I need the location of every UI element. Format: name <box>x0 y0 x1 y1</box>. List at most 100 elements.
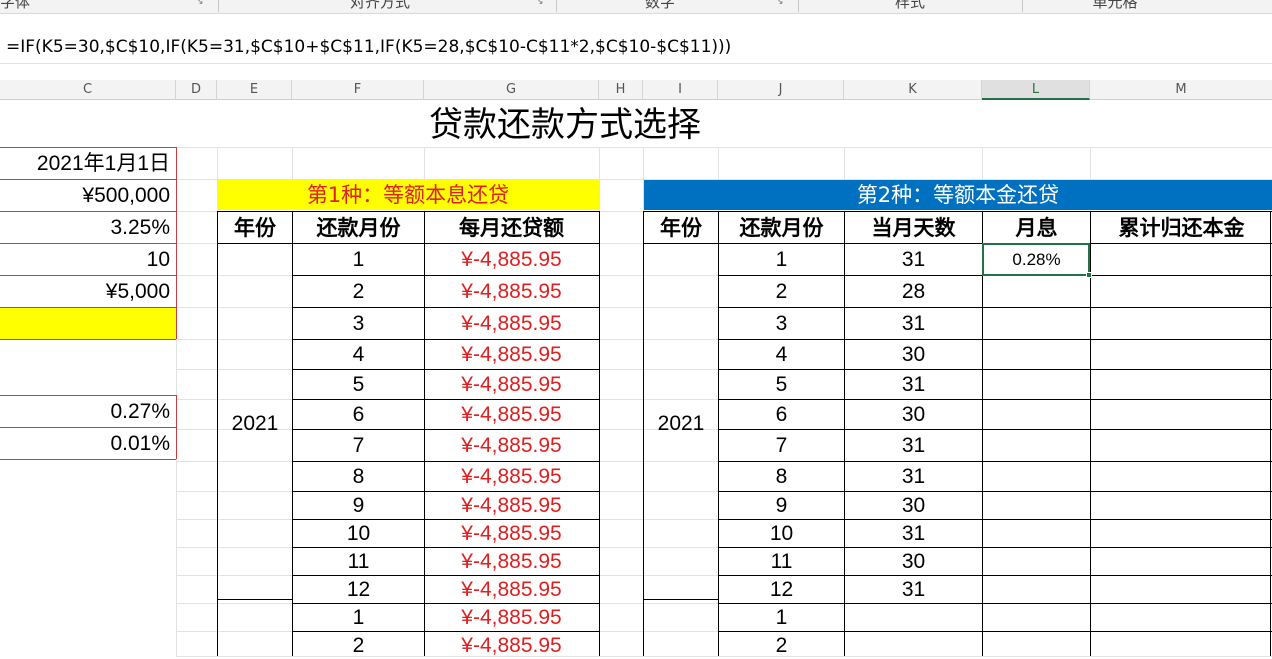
param-border <box>0 459 176 460</box>
table1-month-cell[interactable]: 9 <box>293 492 424 519</box>
param-highlight-cell <box>0 308 176 339</box>
param-border <box>0 339 176 340</box>
table1-month-cell[interactable]: 5 <box>293 370 424 399</box>
table2-title: 第2种：等额本金还贷 <box>856 183 1060 207</box>
table1-year-2021[interactable]: 2021 <box>218 408 292 440</box>
table2-days-cell[interactable]: 31 <box>845 576 982 603</box>
param-loan-amount[interactable]: ¥500,000 <box>0 181 170 211</box>
table2-days-cell[interactable]: 30 <box>845 400 982 429</box>
table2-days-cell[interactable] <box>845 632 982 659</box>
table1-payment-cell[interactable]: ¥-4,885.95 <box>425 276 598 307</box>
param-border <box>0 211 176 212</box>
table2-interest-cell[interactable] <box>983 340 1090 369</box>
table1-payment-cell[interactable]: ¥-4,885.95 <box>425 548 598 575</box>
table1-month-cell[interactable]: 6 <box>293 400 424 429</box>
table2-days-cell[interactable]: 28 <box>845 276 982 307</box>
table2-interest-cell[interactable] <box>983 308 1090 339</box>
table2-year-2021[interactable]: 2021 <box>644 408 718 440</box>
table2-interest-cell[interactable] <box>983 632 1090 659</box>
param-monthly-rate[interactable]: 0.27% <box>0 397 170 427</box>
table2-interest-cell[interactable] <box>983 520 1090 547</box>
table1-payment-cell[interactable]: ¥-4,885.95 <box>425 244 598 275</box>
table2-days-cell[interactable]: 31 <box>845 308 982 339</box>
table2-month-cell[interactable]: 6 <box>719 400 844 429</box>
table1-month-cell[interactable]: 1 <box>293 244 424 275</box>
table2-border <box>643 211 1272 212</box>
param-start-date[interactable]: 2021年1月1日 <box>0 149 170 179</box>
table2-interest-cell[interactable] <box>983 462 1090 491</box>
param-border <box>0 243 176 244</box>
table2-days-cell[interactable]: 30 <box>845 492 982 519</box>
table2-days-cell[interactable]: 31 <box>845 462 982 491</box>
table2-days-cell[interactable]: 30 <box>845 548 982 575</box>
table2-month-cell[interactable]: 7 <box>719 430 844 461</box>
table1-payment-cell[interactable]: ¥-4,885.95 <box>425 462 598 491</box>
table1-month-cell[interactable]: 2 <box>293 276 424 307</box>
table1-payment-cell[interactable]: ¥-4,885.95 <box>425 632 598 659</box>
table2-month-cell[interactable]: 3 <box>719 308 844 339</box>
param-daily-rate[interactable]: 0.01% <box>0 429 170 459</box>
table2-month-cell[interactable]: 8 <box>719 462 844 491</box>
table2-interest-cell[interactable] <box>983 370 1090 399</box>
table2-interest-cell[interactable] <box>983 400 1090 429</box>
table2-month-cell[interactable]: 9 <box>719 492 844 519</box>
fill-handle[interactable] <box>1086 272 1092 278</box>
param-border <box>0 275 176 276</box>
table1-payment-cell[interactable]: ¥-4,885.95 <box>425 430 598 461</box>
table2-month-cell[interactable]: 5 <box>719 370 844 399</box>
table1-payment-cell[interactable]: ¥-4,885.95 <box>425 400 598 429</box>
table2-days-cell[interactable]: 31 <box>845 370 982 399</box>
table2-interest-cell[interactable] <box>983 548 1090 575</box>
table2-month-cell[interactable]: 1 <box>719 244 844 275</box>
table1-payment-cell[interactable]: ¥-4,885.95 <box>425 576 598 603</box>
table1-month-cell[interactable]: 3 <box>293 308 424 339</box>
table2-days-cell[interactable]: 31 <box>845 244 982 275</box>
param-border <box>0 147 176 148</box>
table1-month-cell[interactable]: 2 <box>293 632 424 659</box>
table2-header-cumulative-principal: 累计归还本金 <box>1118 216 1245 240</box>
table2-interest-cell[interactable] <box>983 492 1090 519</box>
table2-header-month: 还款月份 <box>739 216 824 240</box>
table1-month-cell[interactable]: 7 <box>293 430 424 461</box>
table2-interest-cell[interactable] <box>983 430 1090 461</box>
table2-interest-cell[interactable] <box>983 576 1090 603</box>
table1-month-cell[interactable]: 8 <box>293 462 424 491</box>
table2-month-cell[interactable]: 12 <box>719 576 844 603</box>
param-border-right <box>176 395 177 459</box>
gridline-row <box>176 147 1272 148</box>
table1-month-cell[interactable]: 10 <box>293 520 424 547</box>
param-border-right <box>176 147 177 339</box>
param-years[interactable]: 10 <box>0 245 170 275</box>
table2-interest-cell[interactable] <box>983 604 1090 631</box>
param-fee[interactable]: ¥5,000 <box>0 277 170 307</box>
table2-days-cell[interactable]: 31 <box>845 430 982 461</box>
table1-payment-cell[interactable]: ¥-4,885.95 <box>425 492 598 519</box>
table1-month-cell[interactable]: 11 <box>293 548 424 575</box>
sheet-grid[interactable]: 1 ¥-4,885.95 2 ¥-4,885.95 3 ¥-4,885.95 4 ¥-4,88… <box>0 0 1272 659</box>
table2-month-cell[interactable]: 11 <box>719 548 844 575</box>
table2-days-cell[interactable]: 31 <box>845 520 982 547</box>
table1-payment-cell[interactable]: ¥-4,885.95 <box>425 604 598 631</box>
table2-days-cell[interactable] <box>845 604 982 631</box>
param-annual-rate[interactable]: 3.25% <box>0 213 170 243</box>
table2-border <box>643 599 718 600</box>
table1-payment-cell[interactable]: ¥-4,885.95 <box>425 308 598 339</box>
table2-days-cell[interactable]: 30 <box>845 340 982 369</box>
table2-month-cell[interactable]: 4 <box>719 340 844 369</box>
param-border <box>0 395 176 396</box>
table1-month-cell[interactable]: 4 <box>293 340 424 369</box>
table1-header-year: 年份 <box>234 216 276 240</box>
table1-payment-cell[interactable]: ¥-4,885.95 <box>425 340 598 369</box>
table2-month-cell[interactable]: 1 <box>719 604 844 631</box>
active-cell-selection[interactable] <box>982 243 1090 276</box>
param-border <box>0 427 176 428</box>
table1-payment-cell[interactable]: ¥-4,885.95 <box>425 520 598 547</box>
table2-month-cell[interactable]: 2 <box>719 632 844 659</box>
table1-month-cell[interactable]: 1 <box>293 604 424 631</box>
table2-month-cell[interactable]: 10 <box>719 520 844 547</box>
table1-month-cell[interactable]: 12 <box>293 576 424 603</box>
table2-month-cell[interactable]: 2 <box>719 276 844 307</box>
table2-header-monthly-interest: 月息 <box>1015 216 1058 240</box>
table1-payment-cell[interactable]: ¥-4,885.95 <box>425 370 598 399</box>
table2-interest-cell[interactable] <box>983 276 1090 307</box>
